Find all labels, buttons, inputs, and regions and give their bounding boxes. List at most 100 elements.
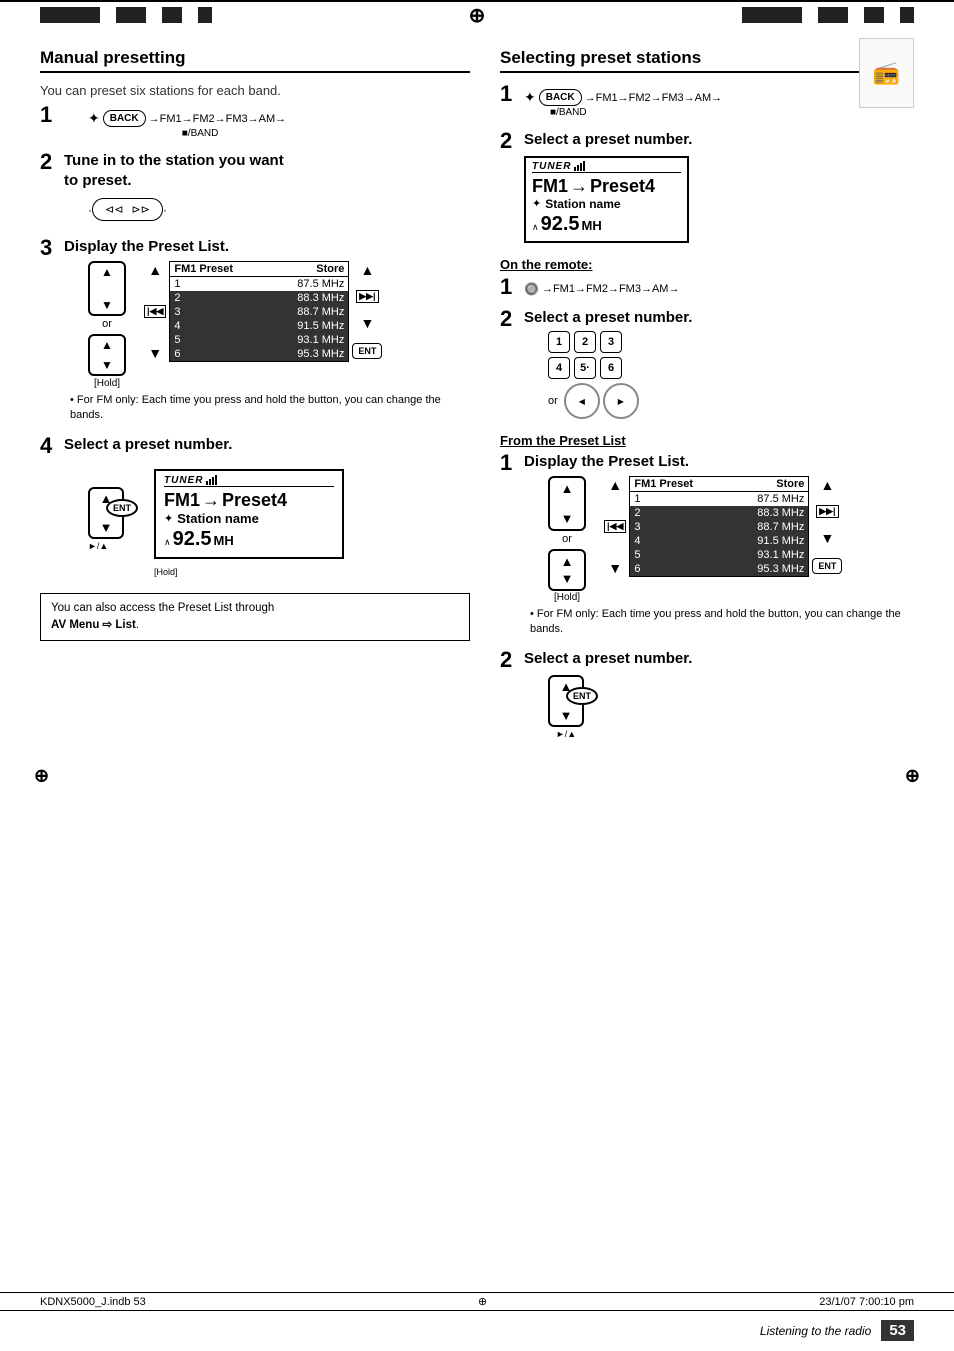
left-step3-dial: ▲ ▼ or ▲ ▼ [Hold]	[88, 261, 126, 389]
fp-row-6: 695.3 MHz	[630, 562, 808, 576]
num-btn-1[interactable]: 1	[548, 331, 570, 353]
crosshair-mid-right: ⊕	[905, 765, 920, 786]
left-step3-layout: ▲ ▼ or ▲ ▼ [Hold]	[88, 261, 470, 389]
on-remote-label: On the remote:	[500, 257, 914, 272]
tuner-display-left: TUNER FM1 →	[154, 469, 344, 559]
num-btn-6[interactable]: 6	[600, 357, 622, 379]
left-step1: 1 ✦ BACK →FM1→FM2→FM3→AM→ ■/BAND	[40, 104, 470, 143]
right-header: Selecting preset stations 📻	[500, 48, 914, 73]
left-step4-num: 4	[40, 435, 58, 457]
from-preset-step2-num: 2	[500, 649, 518, 671]
dial-knob[interactable]: ▲ ▼	[88, 261, 126, 316]
fp-ent-label[interactable]: ENT	[566, 687, 598, 705]
skip-fwd-btn[interactable]: ▶▶|	[356, 290, 378, 303]
right-step2-content: Select a preset number. TUNER	[524, 130, 914, 249]
tuner-preset-row: FM1 → Preset4	[164, 490, 334, 511]
tuner-arrow: →	[202, 490, 220, 511]
preset-row-3: 388.7 MHz	[170, 305, 348, 319]
fp-ent-dial: ▲ ▼ ENT ►/▲	[548, 675, 584, 739]
right-column: Selecting preset stations 📻 1 ✦ BACK →FM…	[500, 48, 914, 751]
from-preset-dial-knob[interactable]: ▲ ▼	[548, 476, 586, 531]
back-button-left[interactable]: BACK	[103, 110, 146, 127]
manual-presetting-title: Manual presetting	[40, 48, 470, 73]
preset-row-6: 695.3 MHz	[170, 347, 348, 361]
strip-block-r1	[742, 7, 802, 23]
fp-scroll-up-r[interactable]: ▲	[820, 478, 834, 492]
from-preset-step1-heading: Display the Preset List.	[524, 452, 914, 472]
from-preset-step2-heading: Select a preset number.	[524, 649, 914, 669]
remote-dial-left[interactable]: ◀	[564, 383, 600, 419]
fp-row-4: 491.5 MHz	[630, 534, 808, 548]
from-preset-dial: ▲ ▼ or ▲ ▼ [Hold]	[548, 476, 586, 603]
num-btn-3[interactable]: 3	[600, 331, 622, 353]
seek-left-icon: ⊲⊲	[105, 203, 123, 216]
preset-table-wrap: ▲ |◀◀ ▼ FM1 Preset Store 187.5 MH	[144, 261, 382, 362]
fp-ent-btn[interactable]: ENT	[812, 558, 842, 574]
left-step2-content: Tune in to the station you want to prese…	[64, 151, 470, 229]
band-label-left: ■/BAND	[182, 128, 219, 139]
fp-row-1: 187.5 MHz	[630, 492, 808, 506]
strip-block-r2	[818, 7, 848, 23]
remote-step2-num: 2	[500, 308, 518, 330]
from-preset-step2: 2 Select a preset number. ▲ ▼ ENT ►/▲	[500, 649, 914, 743]
fp-scroll-up[interactable]: ▲	[608, 478, 622, 492]
fp-scroll-down-r[interactable]: ▼	[820, 531, 834, 545]
from-preset-step1-num: 1	[500, 452, 518, 474]
num-btn-2[interactable]: 2	[574, 331, 596, 353]
tuner-title-right: TUNER	[532, 161, 681, 173]
footer-italic: Listening to the radio	[760, 1324, 871, 1338]
note-text-before: You can also access the Preset List thro…	[51, 602, 274, 614]
fp-skip-fwd[interactable]: ▶▶|	[816, 505, 838, 518]
or-label-step3: or	[102, 318, 112, 330]
dial2-up: ▲	[101, 339, 113, 351]
scroll-up-left[interactable]: ▲	[148, 263, 162, 277]
remote-dial-right[interactable]: ▶	[603, 383, 639, 419]
fp-scroll-down[interactable]: ▼	[608, 561, 622, 575]
num-btn-5[interactable]: 5·	[574, 357, 596, 379]
fp-dial-down: ▼	[561, 511, 574, 526]
num-btn-4[interactable]: 4	[548, 357, 570, 379]
fp-dial-knob2[interactable]: ▲ ▼	[548, 549, 586, 591]
band-sequence-left: →FM1→FM2→FM3→AM→	[149, 113, 287, 125]
scroll-up-right[interactable]: ▲	[360, 263, 374, 277]
remote-step1-content: 🔘 →FM1→FM2→FM3→AM→	[524, 276, 914, 300]
intro-text: You can preset six stations for each ban…	[40, 83, 470, 98]
strip-gap-2	[150, 7, 158, 23]
strip-block-r4	[900, 7, 914, 23]
or-text-remote: or	[548, 395, 558, 407]
skip-back-btn[interactable]: |◀◀	[144, 305, 166, 318]
remote-step2: 2 Select a preset number. 1 2 3 4 5· 6 o…	[500, 308, 914, 424]
strip-block-r3	[864, 7, 884, 23]
back-button-right[interactable]: BACK	[539, 89, 582, 106]
preset-row-1: 187.5 MHz	[170, 277, 348, 291]
strip-block-1	[40, 7, 100, 23]
scroll-down-right[interactable]: ▼	[360, 316, 374, 330]
radio-image: 📻	[859, 38, 914, 108]
left-step4: 4 Select a preset number. ▲ ▼ ENT ►/▲	[40, 435, 470, 581]
preset-left-scroll: ▲ |◀◀ ▼	[144, 261, 166, 362]
seek-diagram: · ⊲⊲ ⊳⊳ ·	[88, 198, 470, 221]
tuner-signal-right	[574, 161, 585, 171]
seek-right-icon: ⊳⊳	[131, 203, 149, 216]
dial-knob-2[interactable]: ▲ ▼	[88, 334, 126, 376]
radio-icon: 📻	[873, 60, 900, 86]
ent-btn-label[interactable]: ENT	[106, 499, 138, 517]
page-num-area: Listening to the radio 53	[760, 1320, 914, 1341]
fp-skip-back[interactable]: |◀◀	[604, 520, 626, 533]
preset-right-scroll: ▲ ▶▶| ▼ ENT	[352, 261, 382, 362]
from-preset-label: From the Preset List	[500, 433, 914, 448]
fp-row-2: 288.3 MHz	[630, 506, 808, 520]
ent-button-step3[interactable]: ENT	[352, 343, 382, 359]
right-tuner-display: TUNER FM1 → Preset4	[524, 156, 914, 243]
fp-row-3: 388.7 MHz	[630, 520, 808, 534]
fp-ent-layout: ▲ ▼ ENT ►/▲	[548, 675, 914, 739]
left-step3-heading: Display the Preset List.	[64, 237, 470, 257]
step3-bullet: For FM only: Each time you press and hol…	[70, 393, 470, 424]
scroll-down-left[interactable]: ▼	[148, 346, 162, 360]
tuner-title: TUNER	[164, 475, 334, 487]
fp-preset-wrap: ▲ |◀◀ ▼ FM1 Preset Store	[604, 476, 842, 577]
left-step1-content: ✦ BACK →FM1→FM2→FM3→AM→ ■/BAND	[64, 104, 470, 143]
crosshair-mid-left: ⊕	[34, 765, 49, 786]
preset-row-2: 288.3 MHz	[170, 291, 348, 305]
remote-band-seq: →FM1→FM2→FM3→AM→	[542, 283, 680, 295]
